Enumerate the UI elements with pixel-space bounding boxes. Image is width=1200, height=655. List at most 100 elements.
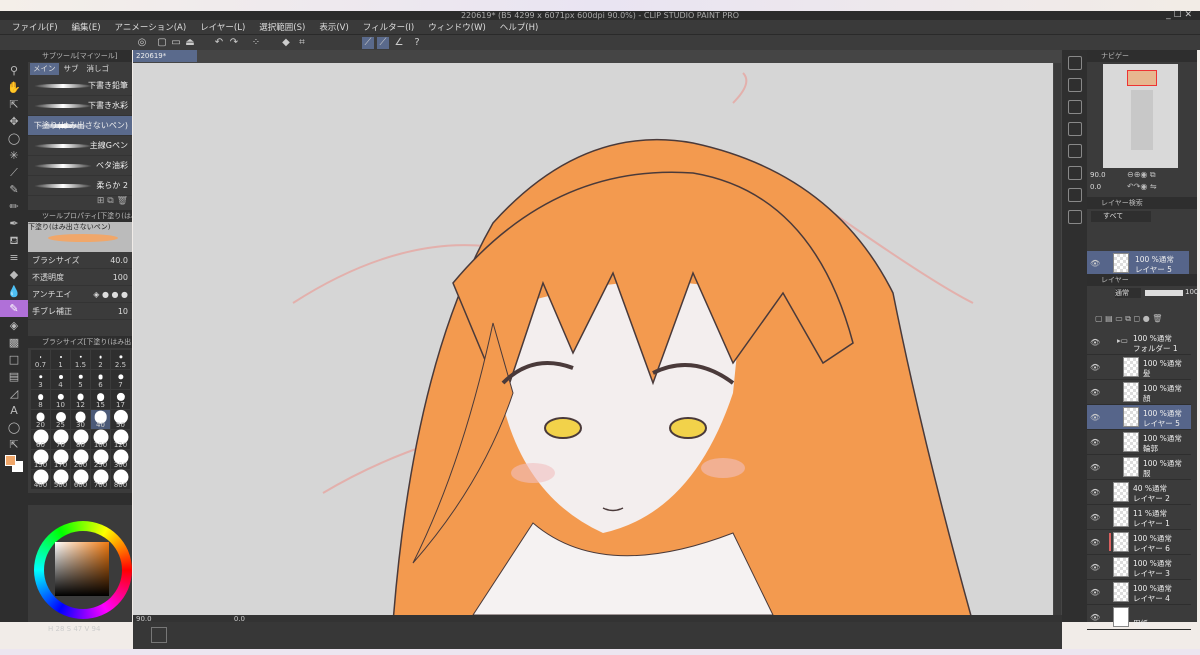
subtool-actions[interactable]: ⊞ ⧉ 🗑 (28, 196, 132, 210)
subtool-tab-sub[interactable]: サブ (61, 63, 82, 75)
brush-size-option[interactable]: 500 (51, 469, 70, 489)
deselect-icon[interactable]: ⁘ (250, 37, 262, 49)
text-tool-icon[interactable]: A (0, 402, 28, 419)
layer-row[interactable]: 👁 ▸▭ 100 %通常 フォルダー 1 (1087, 330, 1191, 355)
brush-size-option[interactable]: 1 (51, 350, 70, 369)
layer-search-tab[interactable]: レイヤー検索 (1087, 197, 1197, 209)
new-file-icon[interactable]: ▢ (156, 37, 168, 49)
panel-icon-6[interactable] (1067, 188, 1082, 202)
snap-grid-icon[interactable]: ∠ (393, 37, 405, 49)
clip-studio-icon[interactable]: ◎ (136, 37, 148, 49)
layer-row[interactable]: 👁 100 %通常 レイヤー 6 (1087, 530, 1191, 555)
brush-size-option[interactable]: 50 (111, 409, 130, 429)
figure-icon[interactable]: □ (0, 351, 28, 368)
brush-size-option[interactable]: 10 (51, 390, 70, 409)
antialias-row[interactable]: アンチエイ ◈ ● ● ● (28, 286, 132, 303)
subtool-brush-item[interactable]: 下書き水彩 (28, 96, 132, 116)
brush-size-option[interactable]: 30 (71, 410, 90, 429)
save-icon[interactable]: ⏏ (184, 37, 196, 49)
subtool-brush-item[interactable]: ベタ油彩 (28, 156, 132, 176)
panel-icon-2[interactable] (1067, 100, 1082, 114)
brush-size-option[interactable]: 600 (71, 469, 90, 489)
menu-item[interactable]: 表示(V) (319, 21, 348, 33)
canvas[interactable] (133, 63, 1053, 615)
vertical-scrollbar[interactable] (1054, 63, 1061, 615)
eyedropper-icon[interactable]: ⟋ (0, 164, 28, 181)
brush-size-option[interactable]: 300 (111, 449, 130, 469)
brush-size-option[interactable]: 15 (91, 390, 110, 409)
opacity-row[interactable]: 不透明度 100 (28, 269, 132, 286)
layer-row[interactable]: 👁 100 %通常 輪郭 (1087, 430, 1191, 455)
visibility-eye-icon[interactable]: 👁 (1090, 413, 1100, 422)
balloon-icon[interactable]: ◯ (0, 419, 28, 436)
panel-icon-4[interactable] (1067, 144, 1082, 158)
help-icon[interactable]: ? (411, 37, 423, 49)
menu-item[interactable]: アニメーション(A) (115, 21, 187, 33)
layer-search-result[interactable]: 👁 100 %通常 レイヤー 5 (1087, 251, 1189, 276)
fill-tool-icon[interactable]: ◈ (0, 317, 28, 334)
brush-size-option[interactable]: 8 (31, 390, 50, 409)
redo-icon[interactable]: ↷ (228, 37, 240, 49)
brush-size-option[interactable]: 17 (111, 390, 130, 409)
brush-size-option[interactable]: 400 (31, 469, 50, 489)
layer-row[interactable]: 👁 100 %通常 レイヤー 4 (1087, 580, 1191, 605)
brush-size-option[interactable]: 800 (111, 469, 130, 489)
navigator-thumbnail[interactable] (1103, 64, 1178, 168)
brush-size-option[interactable]: 25 (51, 410, 70, 429)
stabilization-value[interactable]: 10 (118, 307, 128, 316)
subtool-brush-item[interactable]: 下書き鉛筆 (28, 76, 132, 96)
layer-row[interactable]: 👁 100 %通常髪 (1087, 355, 1191, 380)
brush-size-option[interactable]: 20 (31, 410, 50, 429)
pencil-tool-icon[interactable]: ✏ (0, 198, 28, 215)
visibility-eye-icon[interactable]: 👁 (1090, 388, 1100, 397)
panel-icon-1[interactable] (1067, 78, 1082, 92)
subtool-brush-item[interactable]: 下塗り(はみ出さないペン) (28, 116, 132, 136)
gradient-icon[interactable]: ▩ (0, 334, 28, 351)
layer-opacity-value[interactable]: 100 (1185, 288, 1198, 296)
crop-icon[interactable]: ⌗ (296, 37, 308, 49)
navigator-zoom-buttons[interactable]: ⊖⊕◉ ⧉ (1127, 170, 1156, 180)
layer-row[interactable]: 👁 40 %通常 レイヤー 2 (1087, 480, 1191, 505)
navigator-angle[interactable]: 0.0 (1090, 183, 1101, 191)
brush-size-option[interactable]: 0.7 (31, 350, 50, 369)
brush-size-option[interactable]: 150 (31, 449, 50, 469)
brush-size-option[interactable]: 40 (91, 410, 110, 429)
brush-size-option[interactable]: 200 (71, 449, 90, 469)
fill-pen-tool-icon[interactable]: ✎ (0, 300, 28, 317)
stabilization-row[interactable]: 手ブレ補正 10 (28, 303, 132, 320)
menu-item[interactable]: 編集(E) (72, 21, 101, 33)
brush-size-option[interactable]: 170 (51, 449, 70, 469)
visibility-eye-icon[interactable]: 👁 (1090, 563, 1100, 572)
layer-row[interactable]: 👁 100 %通常顔 (1087, 380, 1191, 405)
lasso-tool-icon[interactable]: ◯ (0, 130, 28, 147)
undo-icon[interactable]: ↶ (213, 37, 225, 49)
visibility-eye-icon[interactable]: 👁 (1090, 463, 1100, 472)
brush-size-option[interactable]: 4 (51, 370, 70, 389)
navigator-zoom[interactable]: 90.0 (1090, 171, 1106, 179)
visibility-eye-icon[interactable]: 👁 (1090, 588, 1100, 597)
pen-tool-icon[interactable]: ✎ (0, 181, 28, 198)
brush-size-option[interactable]: 250 (91, 449, 110, 469)
open-file-icon[interactable]: ▭ (170, 37, 182, 49)
document-tab[interactable]: 220619* (133, 50, 197, 62)
opacity-value[interactable]: 100 (113, 273, 128, 282)
fill-icon[interactable]: ◆ (280, 37, 292, 49)
eraser-icon[interactable]: ◆ (0, 266, 28, 283)
subtool-brush-item[interactable]: 主線Gペン (28, 136, 132, 156)
brush-size-option[interactable]: 7 (111, 370, 130, 389)
panel-icon-5[interactable] (1067, 166, 1082, 180)
brush-size-option[interactable]: 700 (91, 469, 110, 489)
navigator-tab[interactable]: ナビゲー (1087, 50, 1197, 62)
saturation-value-square[interactable] (55, 542, 109, 596)
brush-size-option[interactable]: 1.5 (71, 350, 90, 369)
menu-item[interactable]: 選択範囲(S) (259, 21, 305, 33)
frame-icon[interactable]: ▤ (0, 368, 28, 385)
subtool-brush-item[interactable]: 柔らか 2 (28, 176, 132, 196)
zoom-tool-icon[interactable]: ⚲ (0, 62, 28, 79)
brush-size-row[interactable]: ブラシサイズ 40.0 (28, 252, 132, 269)
layer-row[interactable]: 👁 100 %通常服 (1087, 455, 1191, 480)
visibility-eye-icon[interactable]: 👁 (1090, 438, 1100, 447)
magic-wand-icon[interactable]: ✳ (0, 147, 28, 164)
visibility-eye-icon[interactable]: 👁 (1090, 488, 1100, 497)
layer-row[interactable]: 👁 100 %通常 レイヤー 3 (1087, 555, 1191, 580)
